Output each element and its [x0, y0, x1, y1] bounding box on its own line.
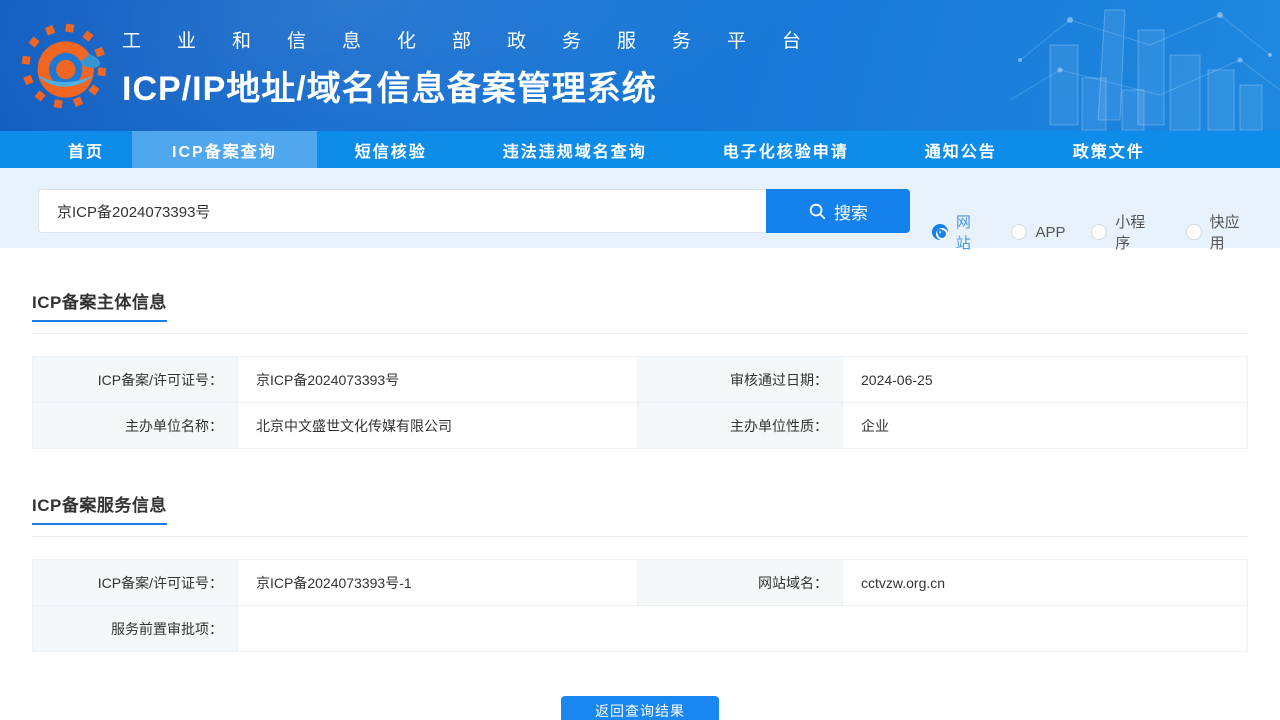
field-label: 审核通过日期：: [637, 356, 843, 403]
search-input[interactable]: [38, 189, 766, 233]
radio-unselected-icon: [1011, 224, 1028, 240]
city-skyline-decoration: [1010, 9, 1280, 131]
radio-website[interactable]: 网站: [932, 211, 985, 253]
table-row: ICP备案/许可证号： 京ICP备2024073393号-1 网站域名： cct…: [32, 559, 1248, 606]
subject-info-table: ICP备案/许可证号： 京ICP备2024073393号 审核通过日期： 202…: [32, 356, 1248, 449]
field-label: 服务前置审批项：: [32, 605, 238, 652]
search-type-radio-group: 网站 APP 小程序 快应用: [932, 211, 1280, 253]
nav-item-illegal-domain-query[interactable]: 违法违规域名查询: [465, 131, 685, 168]
service-section-title: ICP备案服务信息: [32, 491, 167, 525]
field-value: 2024-06-25: [842, 356, 1248, 403]
search-section: 搜索 网站 APP 小程序 快应用: [0, 168, 1280, 252]
nav-item-policy-files[interactable]: 政策文件: [1035, 131, 1183, 168]
miit-logo-icon[interactable]: [20, 22, 108, 110]
platform-tagline: 工业和信息化部政务服务平台: [122, 31, 838, 52]
field-label: 主办单位性质：: [637, 402, 843, 449]
result-content: ICP备案主体信息 ICP备案/许可证号： 京ICP备2024073393号 审…: [0, 288, 1280, 720]
nav-item-home[interactable]: 首页: [40, 131, 132, 168]
radio-miniprogram[interactable]: 小程序: [1091, 211, 1159, 253]
back-to-results-button[interactable]: 返回查询结果: [561, 696, 719, 720]
nav-item-electronic-verify[interactable]: 电子化核验申请: [685, 131, 887, 168]
radio-app[interactable]: APP: [1011, 224, 1065, 241]
page-header: 工业和信息化部政务服务平台 ICP/IP地址/域名信息备案管理系统: [0, 0, 1280, 131]
field-value: 企业: [842, 402, 1248, 449]
radio-unselected-icon: [1185, 224, 1202, 240]
radio-unselected-icon: [1091, 224, 1108, 240]
system-title: ICP/IP地址/域名信息备案管理系统: [122, 70, 657, 108]
nav-item-icp-query[interactable]: ICP备案查询: [132, 131, 317, 168]
search-button-label: 搜索: [833, 203, 868, 223]
field-value: 北京中文盛世文化传媒有限公司: [237, 402, 638, 449]
radio-quickapp[interactable]: 快应用: [1185, 211, 1254, 253]
field-value: [237, 605, 1248, 652]
field-label: 网站域名：: [637, 559, 843, 606]
service-section-header: ICP备案服务信息: [32, 491, 1248, 537]
section-divider: [32, 333, 1248, 334]
search-icon: [809, 203, 826, 220]
nav-item-sms-verify[interactable]: 短信核验: [317, 131, 465, 168]
section-divider: [32, 536, 1248, 537]
nav-item-notices[interactable]: 通知公告: [887, 131, 1035, 168]
service-info-table: ICP备案/许可证号： 京ICP备2024073393号-1 网站域名： cct…: [32, 559, 1248, 652]
table-row: 主办单位名称： 北京中文盛世文化传媒有限公司 主办单位性质： 企业: [32, 402, 1248, 449]
search-button[interactable]: 搜索: [765, 189, 911, 233]
field-value: 京ICP备2024073393号-1: [237, 559, 638, 606]
table-row: ICP备案/许可证号： 京ICP备2024073393号 审核通过日期： 202…: [32, 356, 1248, 403]
main-nav: 首页 ICP备案查询 短信核验 违法违规域名查询 电子化核验申请 通知公告 政策…: [0, 131, 1280, 168]
field-label: ICP备案/许可证号：: [32, 356, 238, 403]
subject-section-header: ICP备案主体信息: [32, 288, 1248, 334]
field-label: ICP备案/许可证号：: [32, 559, 238, 606]
radio-selected-icon: [932, 224, 948, 240]
field-value: 京ICP备2024073393号: [237, 356, 638, 403]
footer-action-bar: 返回查询结果: [32, 696, 1248, 720]
table-row: 服务前置审批项：: [32, 605, 1248, 652]
field-value: cctvzw.org.cn: [842, 559, 1248, 606]
subject-section-title: ICP备案主体信息: [32, 288, 167, 322]
field-label: 主办单位名称：: [32, 402, 238, 449]
